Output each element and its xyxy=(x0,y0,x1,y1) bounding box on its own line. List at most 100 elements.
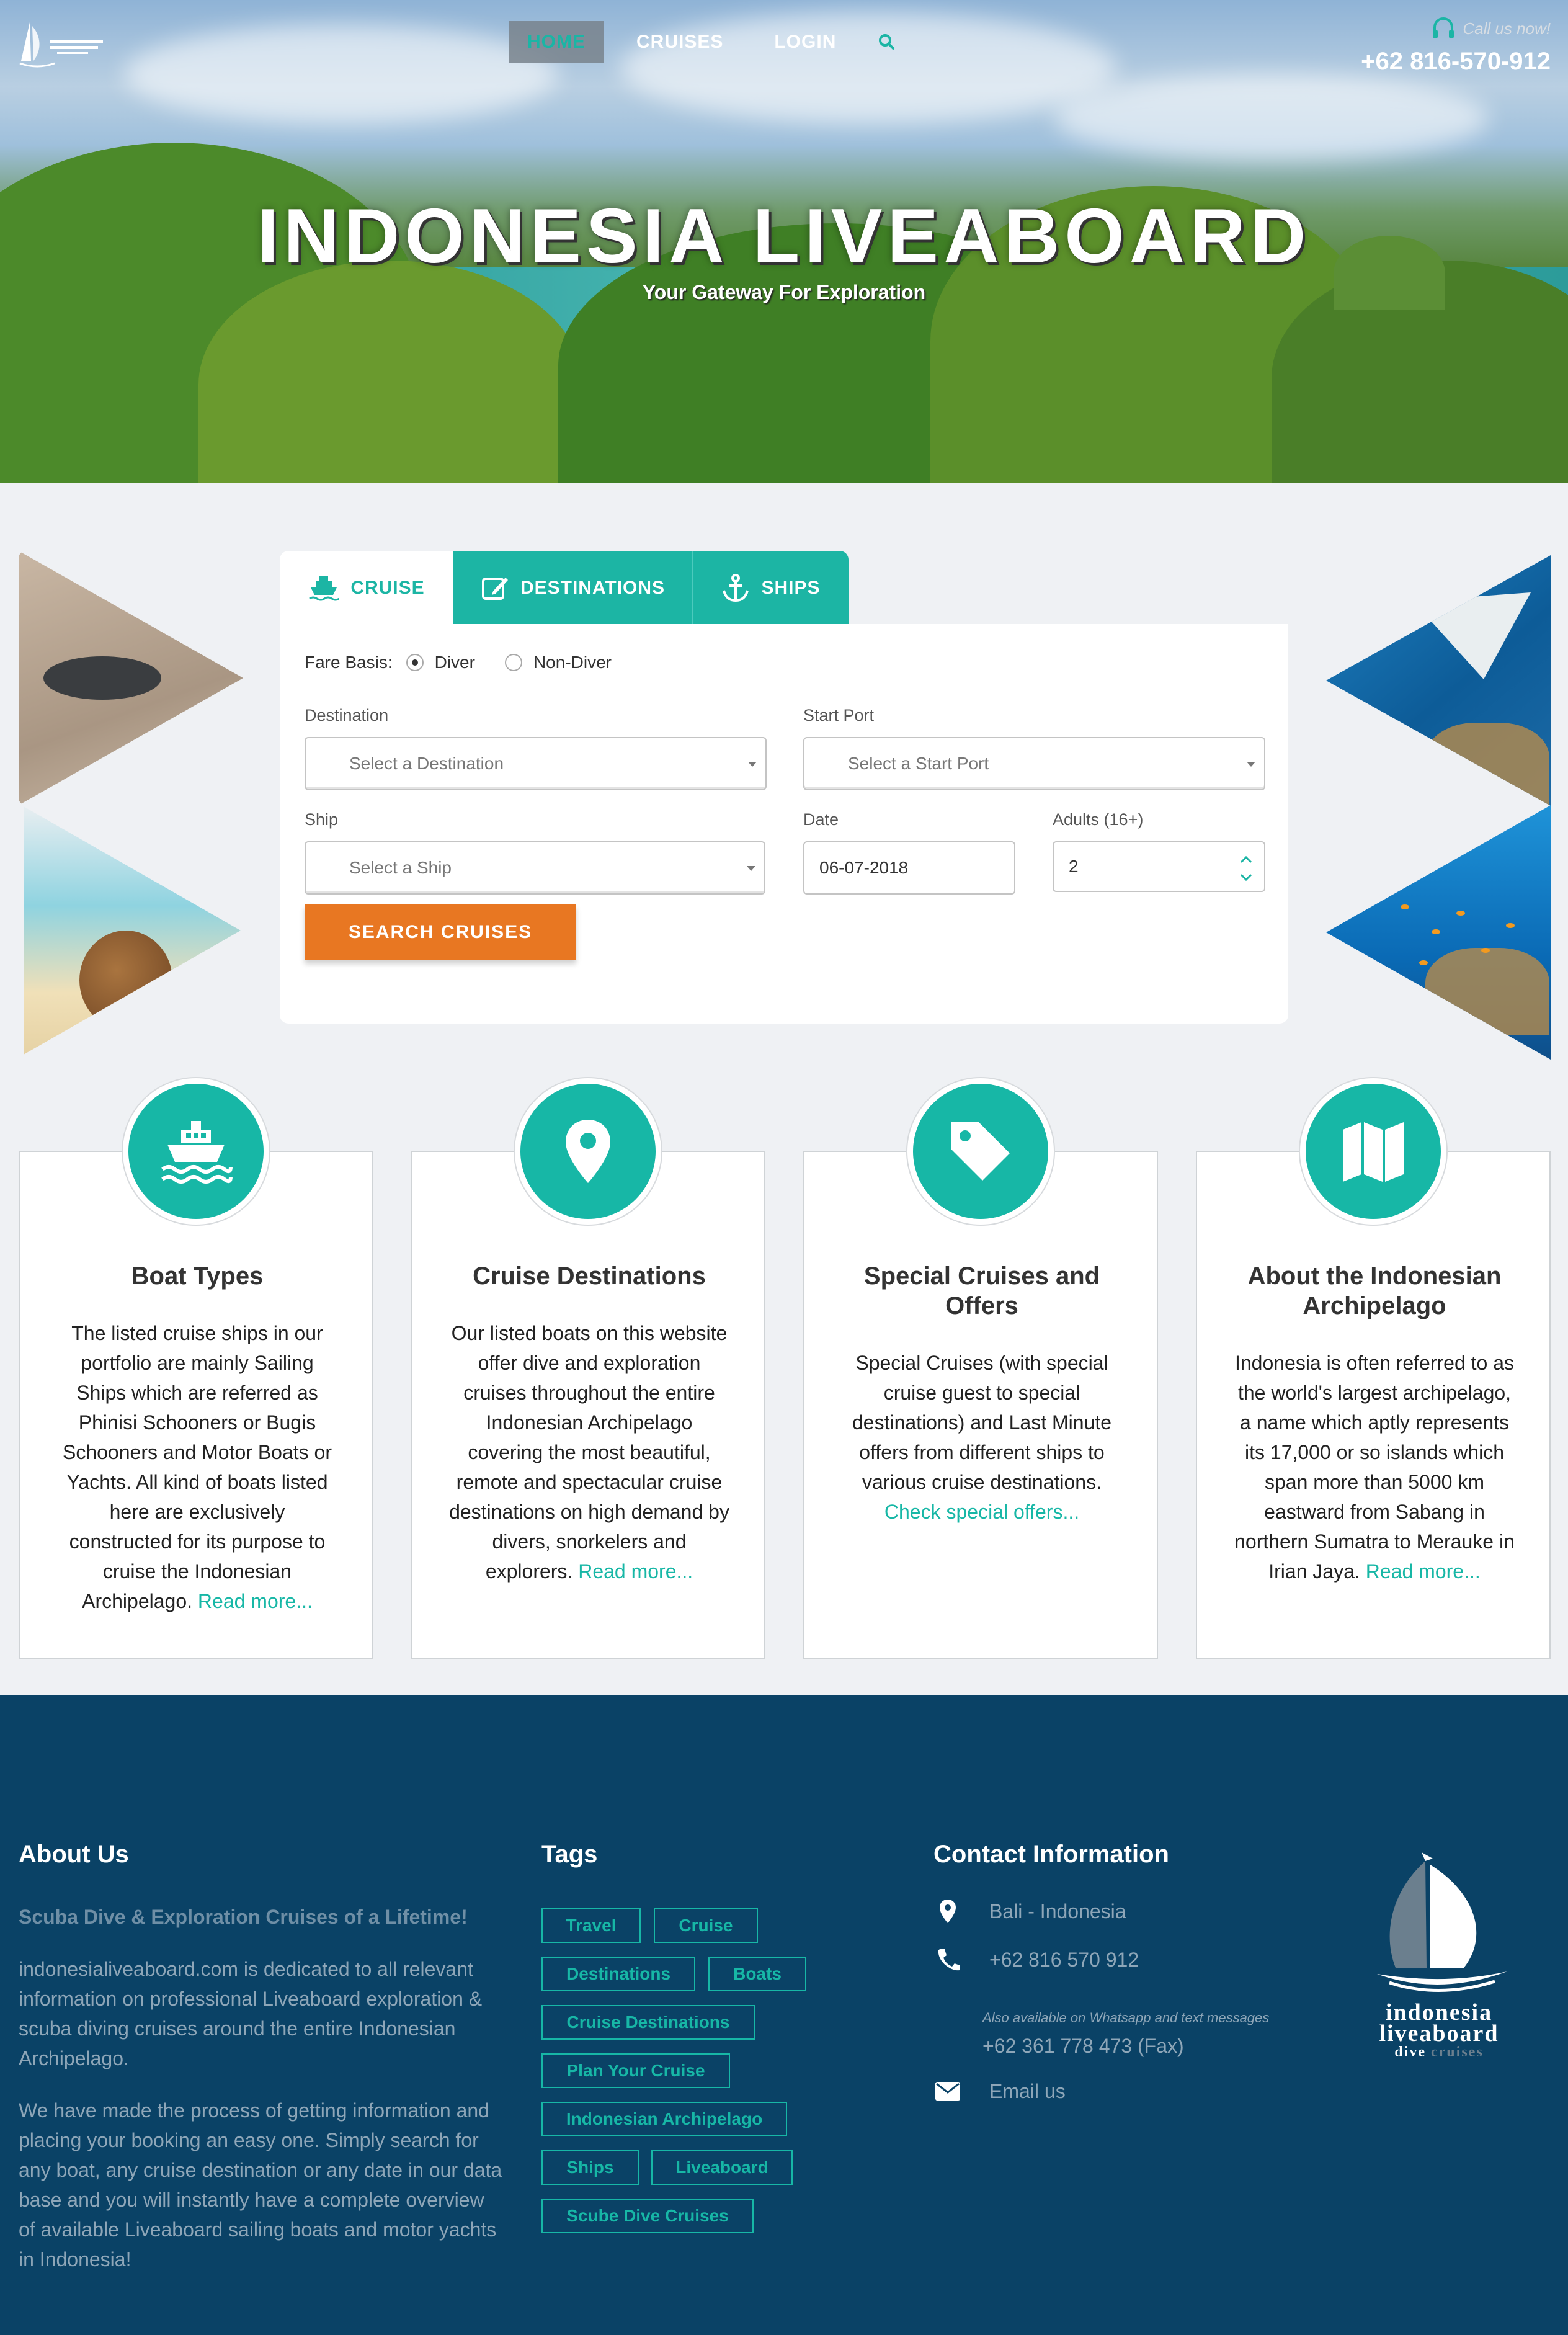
search-cruises-button[interactable]: SEARCH CRUISES xyxy=(305,904,576,960)
destination-label: Destination xyxy=(305,706,389,725)
nav-home[interactable]: HOME xyxy=(509,21,604,63)
tab-destinations-label: DESTINATIONS xyxy=(520,578,666,598)
stepper-arrows-icon[interactable] xyxy=(1239,850,1253,887)
tag-icon xyxy=(951,1122,1010,1181)
destination-select[interactable]: Select a Destination xyxy=(305,737,767,790)
read-more-link[interactable]: Read more... xyxy=(578,1560,693,1583)
coconut-drink-image xyxy=(24,806,241,1055)
phone-text[interactable]: +62 816 570 912 xyxy=(989,1949,1139,1971)
email-link[interactable]: Email us xyxy=(989,2080,1066,2103)
call-box: Call us now! +62 816-570-912 xyxy=(1361,16,1551,76)
adults-input[interactable]: 2 xyxy=(1053,841,1265,892)
contact-email: Email us xyxy=(933,2077,1066,2105)
footer-logo: indonesia liveaboard dive cruises xyxy=(1352,1850,1526,2086)
tag-cruise[interactable]: Cruise xyxy=(654,1908,758,1943)
card-title: About the Indonesian Archipelago xyxy=(1247,1262,1502,1319)
chevron-down-icon xyxy=(747,866,755,871)
radio-non-diver[interactable] xyxy=(504,654,522,671)
tag-boats[interactable]: Boats xyxy=(708,1957,806,1991)
about-tagline: Scuba Dive & Exploration Cruises of a Li… xyxy=(19,1906,468,1928)
radio-non-diver-label[interactable]: Non-Diver xyxy=(533,653,612,672)
chevron-down-icon xyxy=(748,762,757,767)
edit-icon xyxy=(481,578,508,600)
feature-card-special-offers: Special Cruises and Offers Special Cruis… xyxy=(803,1151,1158,1659)
tag-scube-dive-cruises[interactable]: Scube Dive Cruises xyxy=(541,2199,754,2233)
sailboat-logo-icon xyxy=(1377,1852,1507,1992)
fare-basis-label: Fare Basis: xyxy=(305,653,393,672)
about-paragraph-1: indonesialiveaboard.com is dedicated to … xyxy=(19,1958,483,2069)
tag-plan-your-cruise[interactable]: Plan Your Cruise xyxy=(541,2053,730,2088)
fare-basis: Fare Basis: Diver Non-Diver xyxy=(305,653,612,672)
phone-icon xyxy=(938,1949,960,1971)
envelope-icon xyxy=(935,2082,960,2101)
about-heading: About Us xyxy=(19,1841,129,1868)
ship-label: Ship xyxy=(305,810,339,829)
tab-destinations[interactable]: DESTINATIONS xyxy=(453,551,693,625)
anchor-icon xyxy=(723,574,749,602)
about-paragraph-2: We have made the process of getting info… xyxy=(19,2099,502,2270)
tab-cruise[interactable]: CRUISE xyxy=(280,551,453,625)
date-input[interactable]: 06-07-2018 xyxy=(803,841,1015,895)
call-label: Call us now! xyxy=(1463,19,1551,38)
card-text: Indonesia is often referred to as the wo… xyxy=(1234,1352,1515,1583)
nav-cruises[interactable]: CRUISES xyxy=(618,21,742,63)
map-marker-icon xyxy=(566,1120,610,1183)
hero-title: INDONESIA LIVEABOARD xyxy=(257,194,1311,279)
location-text: Bali - Indonesia xyxy=(989,1900,1126,1922)
main-nav: HOME CRUISES LOGIN xyxy=(509,21,899,63)
read-more-link[interactable]: Read more... xyxy=(198,1590,313,1612)
header-phone[interactable]: +62 816-570-912 xyxy=(1361,48,1551,76)
ship-icon xyxy=(309,576,340,601)
tag-destinations[interactable]: Destinations xyxy=(541,1957,695,1991)
card-text: Special Cruises (with special cruise gue… xyxy=(852,1352,1112,1493)
cruise-search-form: Fare Basis: Diver Non-Diver Destination … xyxy=(280,624,1288,1024)
adults-label: Adults (16+) xyxy=(1053,810,1144,829)
logo-wordmark: indonesia liveaboard dive cruises xyxy=(1379,1999,1499,2060)
map-marker-icon xyxy=(940,1900,956,1923)
chevron-down-icon xyxy=(1247,762,1255,767)
start-port-placeholder: Select a Start Port xyxy=(848,754,989,773)
contact-phone: +62 816 570 912 xyxy=(933,1945,1139,1974)
archipelago-badge xyxy=(1299,1077,1448,1226)
card-title: Boat Types xyxy=(131,1262,264,1290)
tag-cruise-destinations[interactable]: Cruise Destinations xyxy=(541,2005,755,2040)
headset-icon xyxy=(1433,17,1454,38)
contact-heading: Contact Information xyxy=(933,1841,1169,1868)
site-footer: About Us Scuba Dive & Exploration Cruise… xyxy=(0,1695,1568,2335)
boat-types-badge xyxy=(122,1077,270,1226)
search-tabs: CRUISE DESTINATIONS SHIPS xyxy=(280,551,849,625)
search-icon[interactable] xyxy=(875,30,899,55)
card-title: Special Cruises and Offers xyxy=(863,1262,1100,1319)
hero-banner: HOME CRUISES LOGIN Call us now! +62 816-… xyxy=(0,0,1568,483)
nav-login[interactable]: LOGIN xyxy=(755,21,855,63)
read-more-link[interactable]: Read more... xyxy=(1366,1560,1481,1583)
card-title: Cruise Destinations xyxy=(473,1262,706,1290)
tab-cruise-label: CRUISE xyxy=(350,578,425,598)
tab-ships-label: SHIPS xyxy=(761,578,821,598)
diver-reef-image xyxy=(1326,805,1551,1060)
manta-ray-image xyxy=(1326,555,1551,806)
special-offers-badge xyxy=(906,1077,1055,1226)
start-port-select[interactable]: Select a Start Port xyxy=(803,737,1265,790)
card-text: The listed cruise ships in our portfolio… xyxy=(62,1322,332,1612)
site-logo[interactable] xyxy=(19,17,105,71)
ship-placeholder: Select a Ship xyxy=(349,858,452,877)
tag-travel[interactable]: Travel xyxy=(541,1908,641,1943)
tab-ships[interactable]: SHIPS xyxy=(693,551,849,625)
fax-text: +62 361 778 473 (Fax) xyxy=(982,2035,1184,2057)
feature-card-boat-types: Boat Types The listed cruise ships in ou… xyxy=(19,1151,373,1659)
tag-liveaboard[interactable]: Liveaboard xyxy=(651,2150,793,2185)
radio-diver-label[interactable]: Diver xyxy=(435,653,475,672)
tags-heading: Tags xyxy=(541,1841,598,1868)
tag-ships[interactable]: Ships xyxy=(541,2150,639,2185)
radio-diver[interactable] xyxy=(406,654,424,671)
check-offers-link[interactable]: Check special offers... xyxy=(884,1501,1079,1523)
ship-select[interactable]: Select a Ship xyxy=(305,841,765,895)
map-icon xyxy=(1343,1122,1404,1182)
start-port-label: Start Port xyxy=(803,706,875,725)
tag-indonesian-archipelago[interactable]: Indonesian Archipelago xyxy=(541,2102,787,2136)
turtle-image xyxy=(19,551,243,805)
whatsapp-note: Also available on Whatsapp and text mess… xyxy=(982,2010,1270,2025)
date-value: 06-07-2018 xyxy=(819,858,909,877)
hero-subtitle: Your Gateway For Exploration xyxy=(642,281,926,303)
